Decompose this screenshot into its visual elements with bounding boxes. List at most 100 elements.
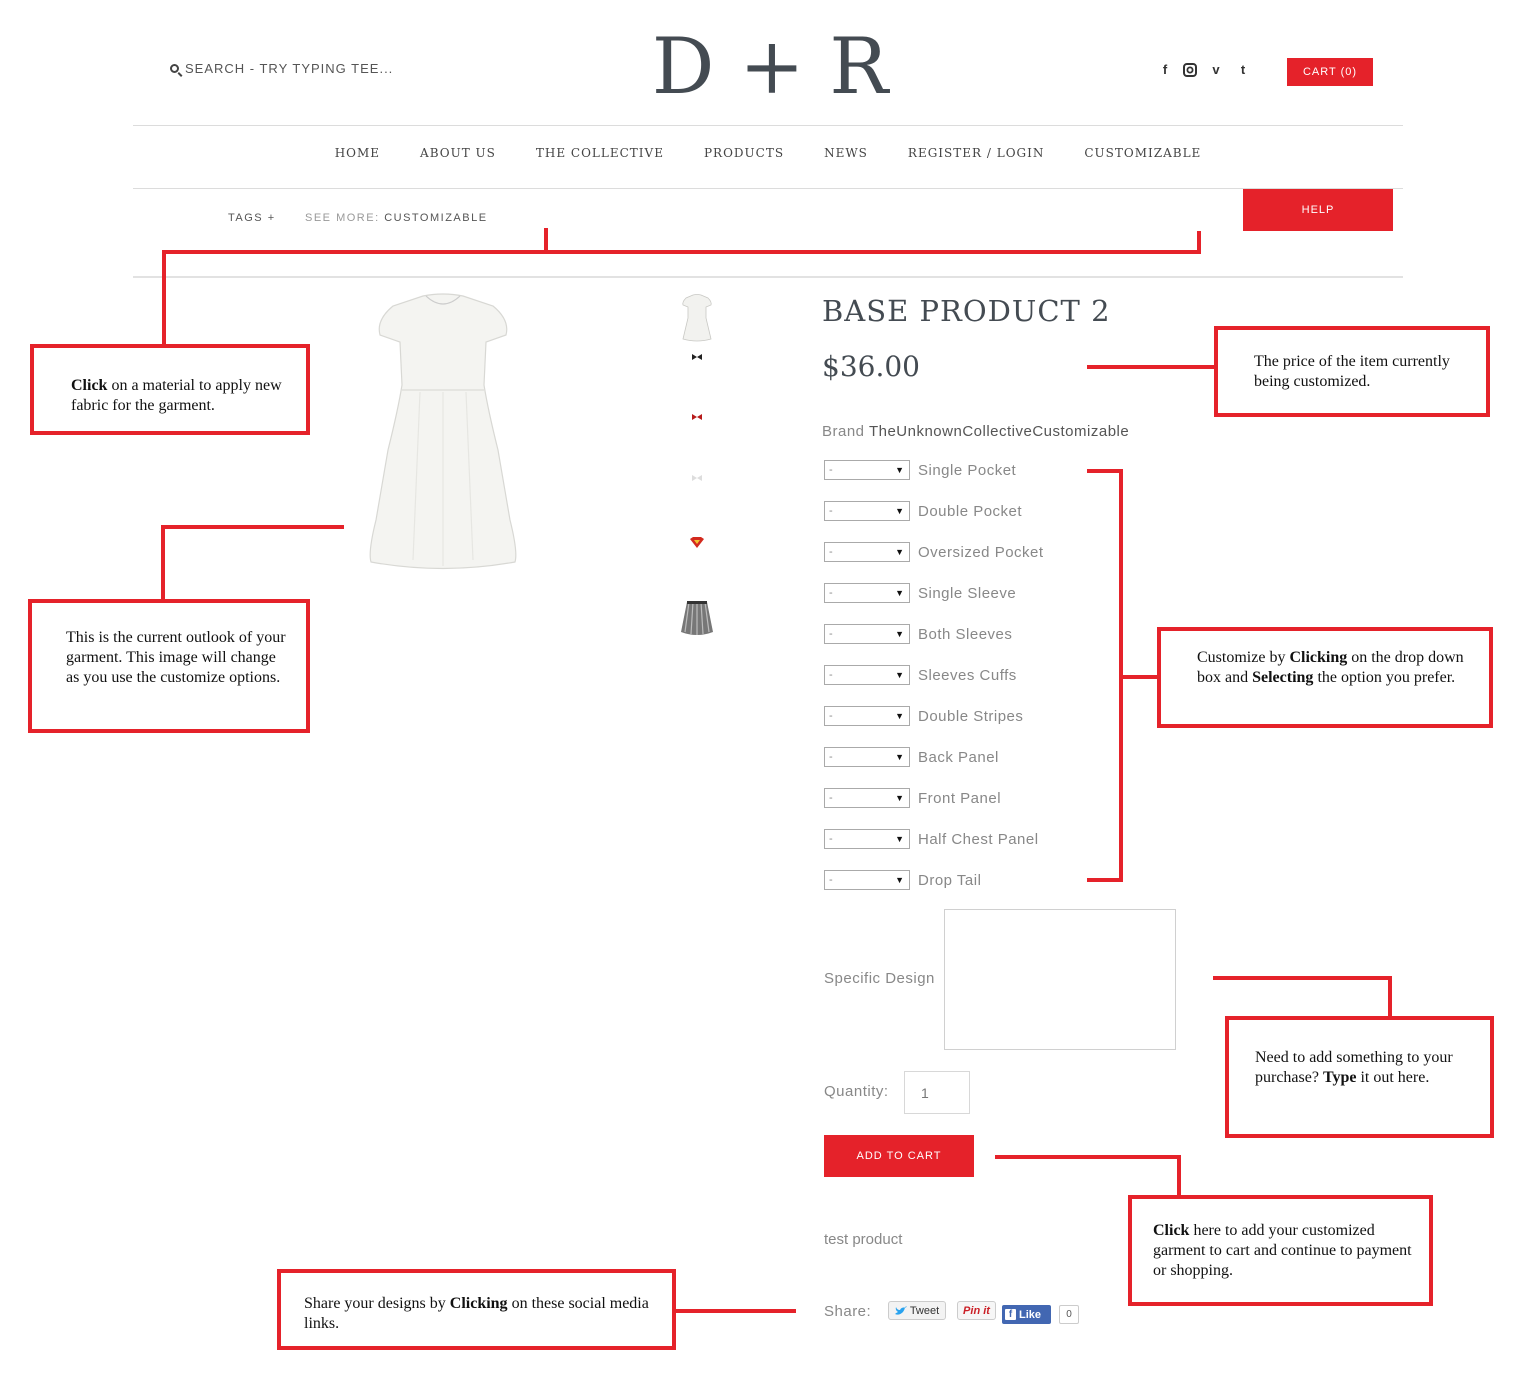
- annotation-bold: Click: [71, 377, 108, 394]
- dropdown-arrow-icon: ▼: [895, 547, 904, 557]
- thumbnail-bow-white[interactable]: [692, 475, 702, 481]
- option-select[interactable]: - ▼: [824, 829, 910, 849]
- pinterest-button[interactable]: Pin it: [957, 1301, 996, 1320]
- nav-about-us[interactable]: ABOUT US: [420, 140, 496, 166]
- help-button[interactable]: HELP: [1243, 189, 1393, 231]
- option-label: Single Sleeve: [918, 584, 1017, 602]
- select-value: -: [829, 792, 833, 804]
- option-select[interactable]: - ▼: [824, 624, 910, 644]
- annotation-line: [1087, 878, 1123, 882]
- annotation-text: This is the current outlook of your garm…: [66, 629, 286, 686]
- annotation-line: [1197, 231, 1201, 253]
- annotation-line: [161, 525, 344, 529]
- option-select[interactable]: - ▼: [824, 706, 910, 726]
- facebook-icon[interactable]: f: [1158, 62, 1172, 78]
- annotation-material: Click on a material to apply new fabric …: [30, 344, 310, 435]
- option-label: Drop Tail: [918, 871, 982, 889]
- option-select[interactable]: - ▼: [824, 583, 910, 603]
- specific-design-label: Specific Design: [824, 970, 935, 987]
- tweet-button[interactable]: Tweet: [888, 1301, 946, 1320]
- tumblr-icon[interactable]: t: [1236, 62, 1250, 78]
- option-label: Double Stripes: [918, 707, 1024, 725]
- content-divider: [133, 276, 1403, 278]
- annotation-bold: Selecting: [1252, 669, 1314, 686]
- nav-products[interactable]: PRODUCTS: [704, 140, 784, 166]
- search-bar[interactable]: SEARCH - TRY TYPING TEE...: [170, 61, 393, 76]
- brand-link[interactable]: TheUnknownCollectiveCustomizable: [869, 423, 1129, 440]
- see-more-link[interactable]: CUSTOMIZABLE: [384, 212, 487, 224]
- annotation-share: Share your designs by Clicking on these …: [277, 1269, 676, 1350]
- annotation-line: [1213, 976, 1392, 980]
- annotation-text: here to add your customized garment to c…: [1153, 1222, 1412, 1279]
- option-sleeves-cuffs: - ▼ Sleeves Cuffs: [824, 665, 1017, 685]
- nav-register-login[interactable]: REGISTER / LOGIN: [908, 140, 1044, 166]
- option-select[interactable]: - ▼: [824, 870, 910, 890]
- thumbnail-skirt[interactable]: [680, 600, 714, 638]
- annotation-line: [674, 1309, 796, 1313]
- annotation-line: [161, 525, 165, 601]
- select-value: -: [829, 751, 833, 763]
- thumbnail-dress[interactable]: [681, 293, 713, 345]
- dropdown-arrow-icon: ▼: [895, 465, 904, 475]
- option-label: Half Chest Panel: [918, 830, 1039, 848]
- option-select[interactable]: - ▼: [824, 542, 910, 562]
- thumbnail-emblem[interactable]: [690, 537, 704, 548]
- specific-design-textarea[interactable]: [944, 909, 1176, 1050]
- option-both-sleeves: - ▼ Both Sleeves: [824, 624, 1012, 644]
- search-input[interactable]: SEARCH - TRY TYPING TEE...: [185, 61, 393, 76]
- option-back-panel: - ▼ Back Panel: [824, 747, 999, 767]
- select-value: -: [829, 710, 833, 722]
- annotation-line: [162, 250, 166, 346]
- annotation-design: Need to add something to your purchase? …: [1225, 1016, 1494, 1138]
- option-select[interactable]: - ▼: [824, 665, 910, 685]
- product-price: $36.00: [822, 350, 920, 383]
- option-label: Sleeves Cuffs: [918, 666, 1017, 684]
- product-title: BASE PRODUCT 2: [822, 294, 1111, 328]
- annotation-text: The price of the item currently being cu…: [1254, 353, 1450, 390]
- annotation-price: The price of the item currently being cu…: [1214, 326, 1490, 417]
- quantity-input[interactable]: 1: [904, 1071, 970, 1114]
- tweet-label: Tweet: [909, 1304, 940, 1317]
- tags-toggle[interactable]: TAGS +: [228, 212, 276, 224]
- option-label: Front Panel: [918, 789, 1002, 807]
- annotation-text: it out here.: [1356, 1069, 1430, 1086]
- cart-button[interactable]: CART (0): [1287, 58, 1373, 86]
- dropdown-arrow-icon: ▼: [895, 834, 904, 844]
- option-label: Double Pocket: [918, 502, 1023, 520]
- select-value: -: [829, 587, 833, 599]
- option-label: Back Panel: [918, 748, 999, 766]
- nav-the-collective[interactable]: THE COLLECTIVE: [536, 140, 664, 166]
- option-select[interactable]: - ▼: [824, 788, 910, 808]
- site-logo[interactable]: D + R: [600, 22, 940, 112]
- option-single-sleeve: - ▼ Single Sleeve: [824, 583, 1016, 603]
- nav-home[interactable]: HOME: [335, 140, 380, 166]
- product-description: test product: [824, 1231, 903, 1248]
- quantity-label: Quantity:: [824, 1083, 889, 1100]
- annotation-line: [1388, 976, 1392, 1018]
- thumbnail-bow-black[interactable]: [692, 354, 702, 360]
- annotation-line: [162, 250, 1201, 254]
- twitter-icon: [894, 1305, 907, 1315]
- nav-news[interactable]: NEWS: [824, 140, 868, 166]
- option-single-pocket: - ▼ Single Pocket: [824, 460, 1016, 480]
- dropdown-arrow-icon: ▼: [895, 506, 904, 516]
- annotation-line: [1177, 1155, 1181, 1198]
- facebook-icon: f: [1005, 1309, 1016, 1320]
- nav-divider: [133, 188, 1403, 189]
- add-to-cart-button[interactable]: ADD TO CART: [824, 1135, 974, 1177]
- instagram-icon[interactable]: [1183, 62, 1197, 78]
- annotation-outlook: This is the current outlook of your garm…: [28, 599, 310, 733]
- option-select[interactable]: - ▼: [824, 460, 910, 480]
- option-double-stripes: - ▼ Double Stripes: [824, 706, 1023, 726]
- facebook-like-button[interactable]: f Like: [1002, 1305, 1051, 1324]
- annotation-bold: Type: [1322, 1069, 1357, 1086]
- annotation-text: Customize by: [1197, 649, 1290, 666]
- option-select[interactable]: - ▼: [824, 501, 910, 521]
- thumbnail-bow-red[interactable]: [692, 414, 702, 420]
- option-select[interactable]: - ▼: [824, 747, 910, 767]
- annotation-cart: Click here to add your customized garmen…: [1128, 1195, 1433, 1306]
- vimeo-icon[interactable]: v: [1209, 62, 1223, 78]
- nav-customizable[interactable]: CUSTOMIZABLE: [1084, 140, 1201, 166]
- product-brand: Brand TheUnknownCollectiveCustomizable: [822, 423, 1129, 440]
- share-label: Share:: [824, 1303, 872, 1320]
